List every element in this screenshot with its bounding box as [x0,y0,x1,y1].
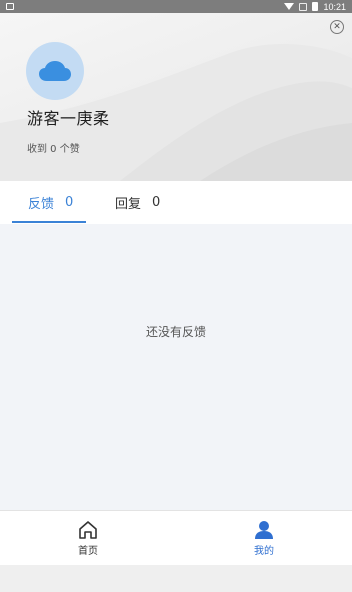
bottom-nav: 首页 我的 [0,510,352,565]
tab-reply-count: 0 [152,195,161,210]
close-icon: ✕ [333,21,341,32]
nav-home[interactable]: 首页 [0,511,176,565]
tab-feedback-count: 0 [65,195,74,210]
empty-state-text: 还没有反馈 [145,325,206,339]
status-bar: 10:21 [0,0,352,13]
tab-reply-label: 回复 [115,197,142,212]
username: 游客一庚柔 [27,109,110,128]
feedback-list: 还没有反馈 [0,224,352,510]
system-navigation-bar [0,565,352,592]
profile-header: ✕ 游客一庚柔 收到 0 个赞 [0,13,352,181]
avatar[interactable] [26,42,84,100]
signal-icon [299,2,308,11]
nav-home-label: 首页 [78,546,98,557]
nav-mine-label: 我的 [254,546,274,557]
tab-reply[interactable]: 回复 0 [115,181,160,224]
close-button[interactable]: ✕ [330,20,344,34]
status-time: 10:21 [323,1,346,12]
likes-count: 收到 0 个赞 [27,144,80,155]
notification-icon [6,3,14,10]
tab-bar: 反馈 0 回复 0 [0,181,352,224]
home-icon [79,521,97,539]
battery-icon [312,2,319,11]
tab-feedback[interactable]: 反馈 0 [12,181,86,224]
wifi-icon [284,3,295,10]
tab-feedback-label: 反馈 [28,197,55,212]
cloud-icon [39,61,71,81]
nav-mine[interactable]: 我的 [176,511,352,565]
user-icon [255,521,273,539]
